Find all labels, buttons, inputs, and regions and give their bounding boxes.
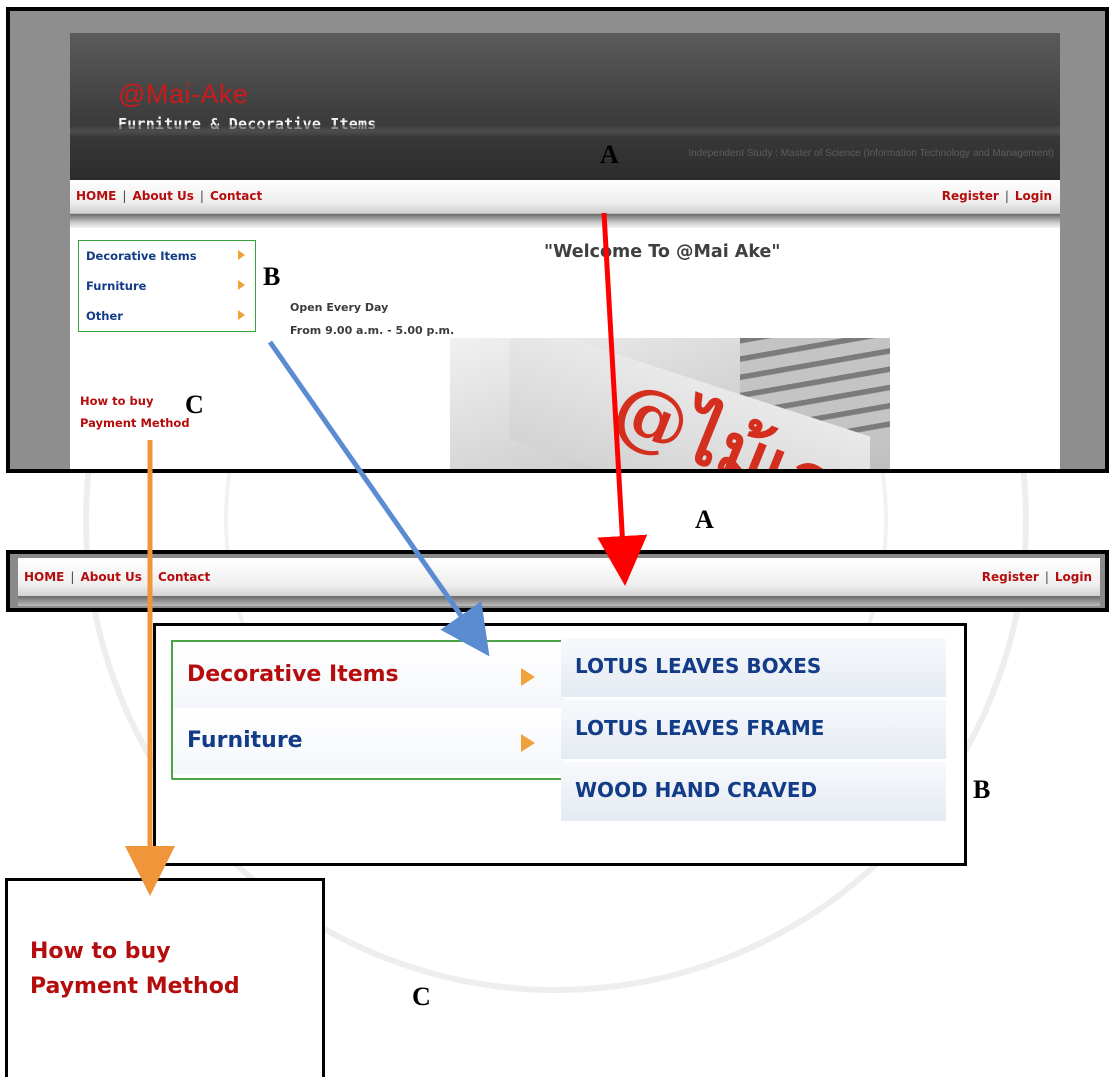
website-page: @Mai-Ake Furniture & Decorative Items In… xyxy=(70,33,1060,469)
zoom-navbar: HOME | About Us | Contact Register | Login xyxy=(18,558,1100,596)
nav-login-link[interactable]: Login xyxy=(1015,189,1052,203)
submenu-arrow-icon xyxy=(521,668,535,686)
nav-home-link[interactable]: HOME xyxy=(76,189,116,203)
site-tagline: Furniture & Decorative Items xyxy=(118,115,377,133)
storefront-photo: @ไม้เอก xyxy=(450,338,890,469)
navbar-shadow xyxy=(70,214,1060,228)
nav-right-group: Register | Login xyxy=(942,189,1052,203)
submenu-label: LOTUS LEAVES FRAME xyxy=(575,716,825,740)
nav-separator: | xyxy=(1044,570,1049,584)
marker-b-label: B xyxy=(973,775,991,804)
zoom-payment-method-link[interactable]: Payment Method xyxy=(30,974,240,999)
category-label: Decorative Items xyxy=(187,662,399,687)
nav-left-group: HOME | About Us | Contact xyxy=(76,189,262,203)
nav-separator: | xyxy=(1004,189,1009,203)
submenu-item-wood-hand[interactable]: WOOD HAND CRAVED xyxy=(561,762,946,822)
how-to-buy-link[interactable]: How to buy xyxy=(80,394,153,408)
submenu-label: LOTUS LEAVES BOXES xyxy=(575,654,822,678)
zoom-a-navbar: HOME | About Us | Contact Register | Login xyxy=(6,550,1109,612)
site-header: @Mai-Ake Furniture & Decorative Items In… xyxy=(70,33,1060,180)
submenu-arrow-icon xyxy=(238,280,245,290)
zoom-c-side-links: How to buy Payment Method xyxy=(5,878,325,1077)
payment-method-link[interactable]: Payment Method xyxy=(80,416,190,430)
category-label: Furniture xyxy=(86,279,147,293)
website-screenshot-frame: @Mai-Ake Furniture & Decorative Items In… xyxy=(6,7,1109,473)
category-item-decorative[interactable]: Decorative Items xyxy=(79,241,255,271)
category-item-furniture[interactable]: Furniture xyxy=(79,271,255,301)
site-logo[interactable]: @Mai-Ake xyxy=(118,79,248,110)
nav-about-link[interactable]: About Us xyxy=(132,189,193,203)
category-label: Decorative Items xyxy=(86,249,197,263)
nav-contact-link[interactable]: Contact xyxy=(158,570,210,584)
zoom-category-box: Decorative Items Furniture xyxy=(171,640,566,780)
category-label: Furniture xyxy=(187,728,303,753)
opening-days: Open Every Day xyxy=(290,301,389,314)
marker-c-label: C xyxy=(412,982,431,1011)
submenu-item-lotus-frame[interactable]: LOTUS LEAVES FRAME xyxy=(561,700,946,760)
category-item-other[interactable]: Other xyxy=(79,301,255,331)
nav-separator: | xyxy=(122,189,127,203)
zoom-how-to-buy-link[interactable]: How to buy xyxy=(30,939,171,964)
nav-about-link[interactable]: About Us xyxy=(80,570,141,584)
zoom-category-item-decorative[interactable]: Decorative Items xyxy=(173,648,566,708)
nav-separator: | xyxy=(70,570,75,584)
welcome-heading: "Welcome To @Mai Ake" xyxy=(544,242,781,262)
category-label: Other xyxy=(86,309,123,323)
zoom-category-item-furniture[interactable]: Furniture xyxy=(173,714,566,774)
nav-left-group: HOME | About Us | Contact xyxy=(24,570,210,584)
opening-hours: From 9.00 a.m. - 5.00 p.m. xyxy=(290,324,455,337)
marker-b-top: B xyxy=(263,262,281,291)
zoom-navbar-shadow xyxy=(18,596,1100,606)
nav-separator: | xyxy=(199,189,204,203)
marker-c-top: C xyxy=(185,390,204,419)
nav-register-link[interactable]: Register xyxy=(982,570,1039,584)
submenu-arrow-icon xyxy=(238,310,245,320)
top-navbar: HOME | About Us | Contact Register | Login xyxy=(70,180,1060,214)
study-note: Independent Study : Master of Science (I… xyxy=(688,148,1054,159)
submenu-arrow-icon xyxy=(238,250,245,260)
submenu-arrow-icon xyxy=(521,734,535,752)
category-menu: Decorative Items Furniture Other xyxy=(78,240,256,332)
nav-register-link[interactable]: Register xyxy=(942,189,999,203)
nav-right-group: Register | Login xyxy=(982,570,1092,584)
nav-contact-link[interactable]: Contact xyxy=(210,189,262,203)
nav-home-link[interactable]: HOME xyxy=(24,570,64,584)
zoom-b-category-menu: Decorative Items Furniture LOTUS LEAVES … xyxy=(153,623,967,866)
submenu-label: WOOD HAND CRAVED xyxy=(575,778,818,802)
marker-a-top: A xyxy=(600,140,619,169)
nav-separator: | xyxy=(147,570,152,584)
marker-a-label: A xyxy=(695,505,714,534)
nav-login-link[interactable]: Login xyxy=(1055,570,1092,584)
submenu-item-lotus-boxes[interactable]: LOTUS LEAVES BOXES xyxy=(561,638,946,698)
